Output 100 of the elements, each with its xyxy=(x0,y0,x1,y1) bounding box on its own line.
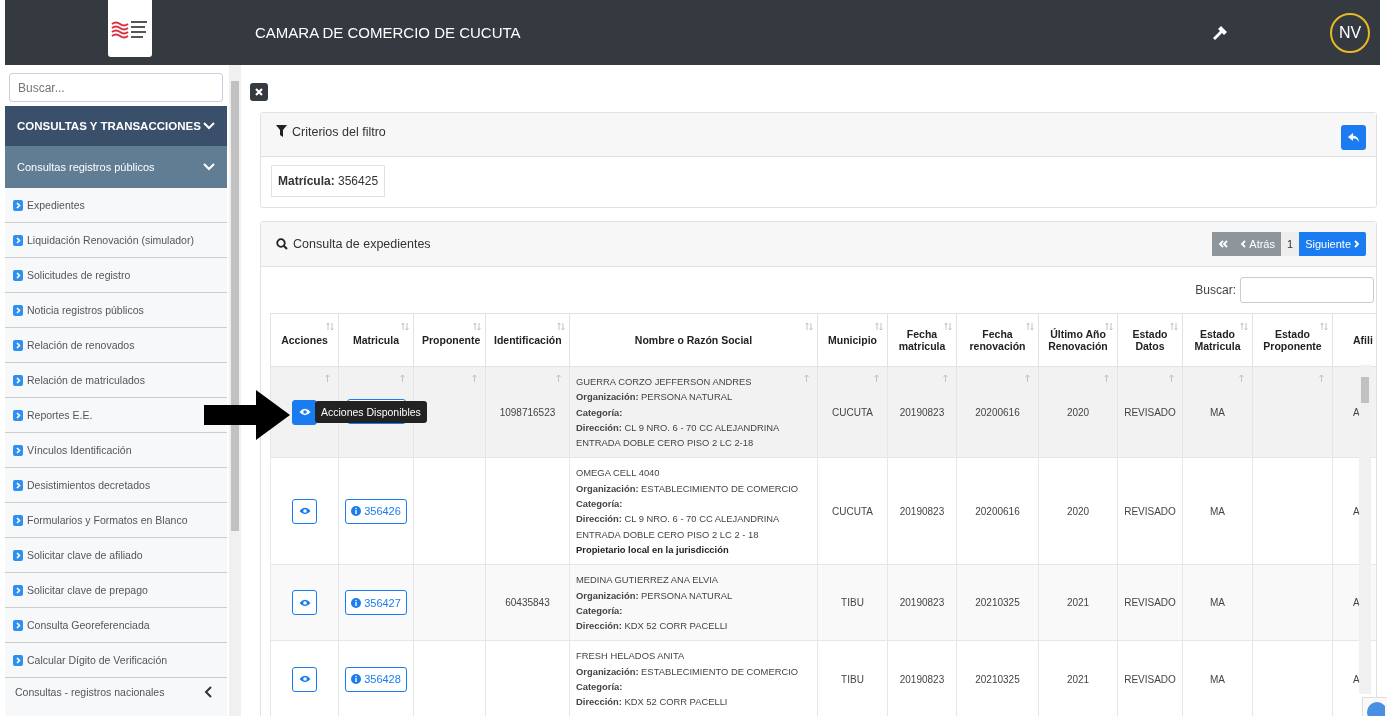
table-cell: 2021 xyxy=(1066,673,1090,685)
close-button[interactable] xyxy=(250,83,268,101)
sidebar-item[interactable]: Relación de matriculados xyxy=(27,374,145,386)
site-title: CAMARA DE COMERCIO DE CUCUTA xyxy=(255,24,521,41)
info-icon xyxy=(351,506,362,517)
page-number[interactable]: 1 xyxy=(1281,232,1300,256)
sort-icon[interactable] xyxy=(1320,322,1328,331)
chevron-right-icon xyxy=(13,584,23,596)
sidebar-item[interactable]: Solicitudes de registro xyxy=(27,269,131,281)
sidebar-item[interactable]: Expedientes xyxy=(27,199,85,211)
column-header[interactable]: Identificación xyxy=(494,334,561,346)
reply-arrow-icon xyxy=(1347,132,1360,143)
sort-icon[interactable] xyxy=(1026,322,1034,331)
table-search-field[interactable] xyxy=(1240,277,1374,303)
chamber-logo[interactable] xyxy=(108,0,152,57)
arrow-up-icon xyxy=(943,374,948,382)
tooltip: Acciones Disponibles xyxy=(315,401,427,424)
table-cell: 60435843 xyxy=(505,597,550,609)
chevron-right-icon xyxy=(13,409,23,421)
chevron-right-icon xyxy=(13,549,23,561)
eye-icon xyxy=(298,408,311,417)
info-icon xyxy=(351,674,362,685)
chevron-right-icon xyxy=(13,199,23,211)
sort-icon[interactable] xyxy=(326,322,334,331)
table-cell: MA xyxy=(1210,406,1225,418)
sort-icon[interactable] xyxy=(1105,322,1113,331)
table-cell: CUCUTA xyxy=(832,406,873,418)
table-cell: 20190823 xyxy=(899,673,945,685)
column-header[interactable]: Municipio xyxy=(826,334,879,346)
sidebar-item[interactable]: Relación de renovados xyxy=(27,339,135,351)
column-header[interactable]: Matricula xyxy=(347,334,405,346)
note-text: Propietario local en la jurisdicción xyxy=(576,542,729,557)
chevron-right-icon xyxy=(13,479,23,491)
chevron-right-icon xyxy=(13,234,23,246)
sidebar-item[interactable]: Reportes E.E. xyxy=(27,409,93,421)
sort-icon[interactable] xyxy=(1240,322,1248,331)
column-header[interactable]: Afili xyxy=(1353,334,1376,346)
menu-subsection[interactable]: Consultas registros públicos xyxy=(5,146,227,188)
registration-button[interactable]: 356426 xyxy=(345,498,407,524)
detail-line: Categoría: xyxy=(576,497,623,512)
table-cell: 20210325 xyxy=(975,597,1020,609)
table-cell: TIBU xyxy=(841,673,864,685)
sort-icon[interactable] xyxy=(1170,322,1178,331)
sidebar-item[interactable]: Vínculos Identificación xyxy=(27,444,132,456)
arrow-up-icon xyxy=(556,374,561,382)
search-field[interactable]: Buscar... xyxy=(9,73,223,102)
sort-icon[interactable] xyxy=(944,322,952,331)
arrow-up-icon xyxy=(1104,374,1109,382)
sort-icon[interactable] xyxy=(473,322,481,331)
user-avatar[interactable]: NV xyxy=(1330,12,1370,53)
back-button[interactable] xyxy=(1341,125,1366,150)
arrow-up-icon xyxy=(1319,374,1324,382)
column-header[interactable]: Acciones xyxy=(279,334,330,346)
registration-button[interactable]: 356428 xyxy=(345,666,407,692)
sidebar-item[interactable]: Consulta Georeferenciada xyxy=(27,619,150,631)
sidebar-item[interactable]: Liquidación Renovación (simulador) xyxy=(27,234,194,246)
business-name: OMEGA CELL 4040 xyxy=(576,466,660,481)
menu-section[interactable]: Consultas - registros nacionales xyxy=(5,678,227,706)
scrollbar[interactable] xyxy=(1359,365,1371,694)
chevron-left-icon xyxy=(1240,240,1247,248)
eye-icon xyxy=(298,507,311,516)
detail-line: Categoría: xyxy=(576,603,623,618)
next-button[interactable]: Siguiente xyxy=(1299,232,1366,256)
sort-icon[interactable] xyxy=(805,322,813,331)
arrow-up-icon xyxy=(804,374,809,382)
business-name: FRESH HELADOS ANITA xyxy=(576,649,685,664)
view-button[interactable] xyxy=(292,399,317,425)
sidebar-item[interactable]: Solicitar clave de afiliado xyxy=(27,549,143,561)
info-icon xyxy=(351,597,362,608)
table-cell: 20200616 xyxy=(975,406,1020,418)
card-title: Criterios del filtro xyxy=(292,125,386,139)
card-title: Consulta de expedientes xyxy=(293,237,431,251)
sort-icon[interactable] xyxy=(401,322,409,331)
sidebar-item[interactable]: Noticia registros públicos xyxy=(27,304,144,316)
table-cell: 2020 xyxy=(1066,505,1090,517)
scrollbar[interactable] xyxy=(229,65,241,716)
sidebar-item[interactable]: Formularios y Formatos en Blanco xyxy=(27,514,188,526)
detail-line: Organización: ESTABLECIMIENTO DE COMERCIO xyxy=(576,481,799,496)
arrow-up-icon xyxy=(1025,374,1030,382)
recaptcha-badge[interactable] xyxy=(1362,697,1387,716)
sidebar-item[interactable]: Desistimientos decretados xyxy=(27,479,151,491)
registration-button[interactable]: 356427 xyxy=(345,590,407,616)
table-cell: REVISADO xyxy=(1124,406,1176,418)
menu-section[interactable]: CONSULTAS Y TRANSACCIONES xyxy=(5,106,227,146)
sidebar-item[interactable]: Calcular Dígito de Verificación xyxy=(27,654,168,666)
chevron-right-icon xyxy=(13,269,23,281)
table-cell: 20190823 xyxy=(899,597,945,609)
chevron-right-icon xyxy=(13,514,23,526)
table-cell: 2021 xyxy=(1066,597,1090,609)
sort-icon[interactable] xyxy=(875,322,883,331)
filter-icon xyxy=(276,125,287,137)
sort-icon[interactable] xyxy=(557,322,565,331)
detail-line: Dirección: CL 9 NRO. 6 - 70 CC ALEJANDRINA ENTRADA DOBLE CERO PISO 2 LC 2-18 xyxy=(576,420,780,451)
chevron-right-icon xyxy=(1354,240,1360,248)
table-cell: CUCUTA xyxy=(832,505,873,517)
sidebar-item[interactable]: Solicitar clave de prepago xyxy=(27,584,148,596)
hammer-icon[interactable] xyxy=(1212,23,1230,42)
detail-line: Categoría: xyxy=(576,680,623,695)
detail-line: Categoría: xyxy=(576,405,623,420)
arrow-up-icon xyxy=(1169,374,1174,382)
